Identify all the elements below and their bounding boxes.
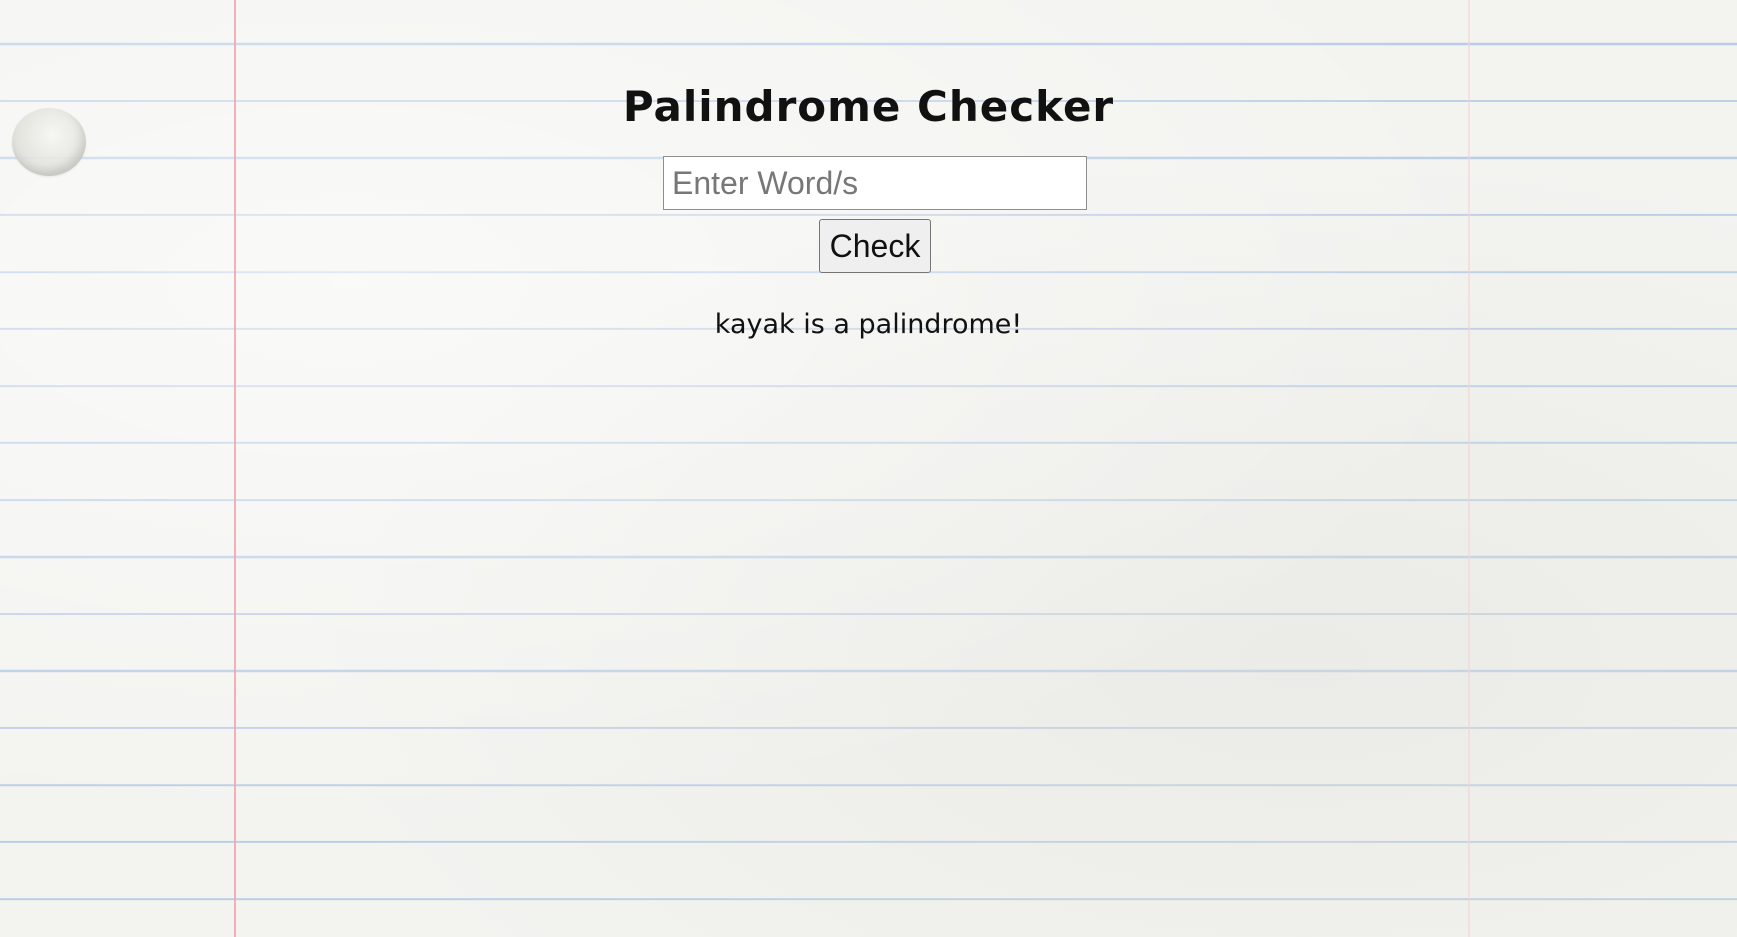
result-message: kayak is a palindrome! [714,309,1023,340]
page-title: Palindrome Checker [622,82,1115,131]
app-container: Palindrome Checker Check kayak is a pali… [0,0,1737,937]
word-input[interactable] [663,156,1087,210]
check-button[interactable]: Check [819,219,931,273]
